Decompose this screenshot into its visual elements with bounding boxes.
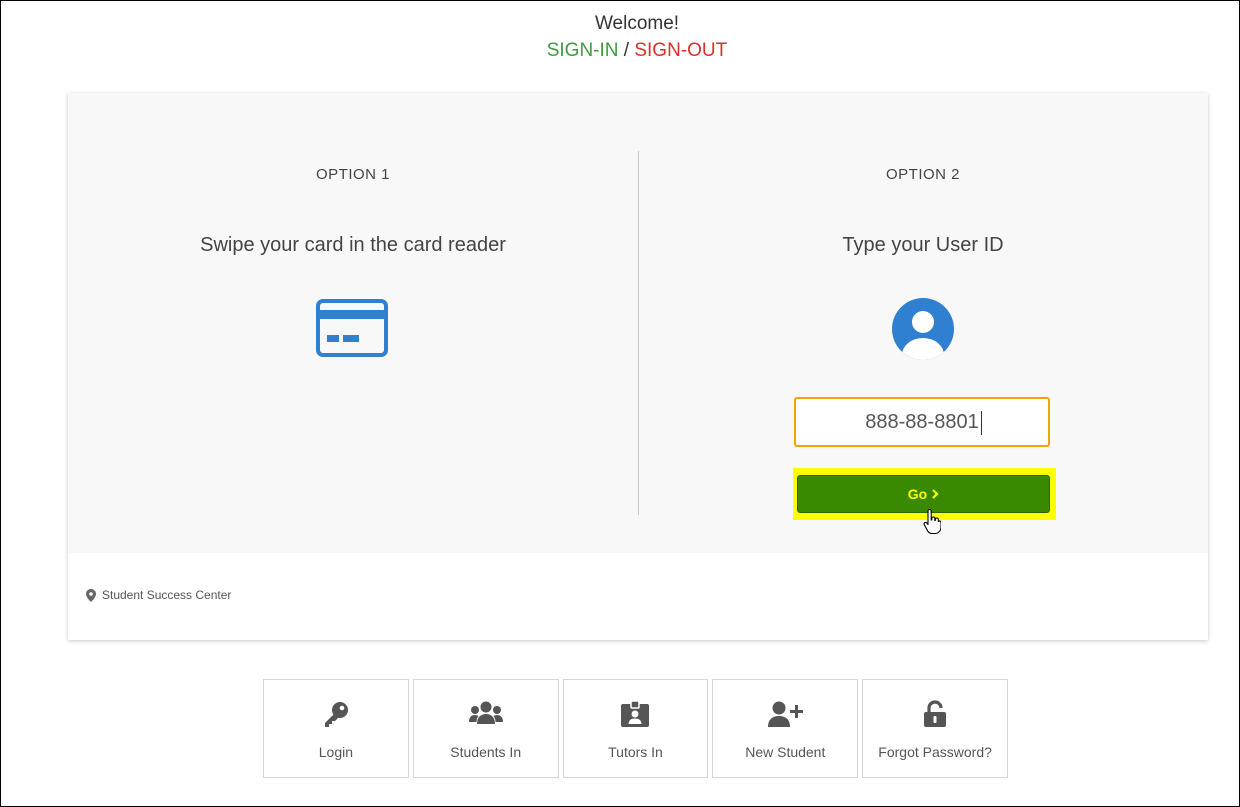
option2-label: OPTION 2: [885, 166, 960, 183]
go-button[interactable]: Go: [797, 475, 1050, 513]
sign-in-card: OPTION 1 Swipe your card in the card rea…: [68, 93, 1208, 640]
sign-separator: /: [618, 40, 635, 61]
user-id-input[interactable]: [794, 397, 1050, 447]
location-text: Student Success Center: [102, 588, 232, 602]
user-circle-icon: [892, 298, 954, 360]
forgot-password-tile[interactable]: Forgot Password?: [862, 679, 1008, 778]
tile-icon-wrap: [414, 700, 558, 730]
text-caret: [981, 411, 982, 435]
go-button-label: Go: [907, 486, 928, 502]
sign-mode-line: SIGN-IN / SIGN-OUT: [0, 39, 1240, 63]
hand-pointer-icon: [923, 509, 941, 535]
login-tile[interactable]: Login: [263, 679, 409, 778]
forgot-password-tile-label: Forgot Password?: [878, 744, 992, 760]
students-in-tile-label: Students In: [450, 744, 522, 760]
welcome-title: Welcome!: [594, 13, 680, 34]
sign-in-label: SIGN-IN: [546, 40, 619, 61]
tile-icon-wrap: [264, 700, 408, 730]
new-student-tile-label: New Student: [745, 744, 826, 760]
tile-icon-wrap: [713, 700, 857, 730]
sign-out-label: SIGN-OUT: [634, 40, 728, 61]
tile-icon-wrap: [564, 700, 708, 730]
students-in-tile[interactable]: Students In: [412, 679, 559, 778]
unlock-icon: [924, 700, 947, 727]
id-badge-icon: [621, 700, 650, 727]
users-icon: [468, 701, 503, 724]
page-header: Welcome! SIGN-IN / SIGN-OUT: [0, 12, 1240, 63]
option2-title: Type your User ID: [842, 234, 1004, 256]
map-marker-icon: [86, 588, 96, 602]
chevron-right-icon: [932, 489, 939, 499]
new-student-tile[interactable]: New Student: [712, 679, 859, 778]
user-plus-icon: [768, 701, 804, 727]
tutors-in-tile-label: Tutors In: [608, 744, 663, 760]
tutors-in-tile[interactable]: Tutors In: [562, 679, 709, 778]
quick-action-tiles: Login Students In Tutors In New Student …: [263, 679, 1008, 778]
key-icon: [324, 702, 348, 727]
option1-title: Swipe your card in the card reader: [200, 234, 506, 256]
option1-label: OPTION 1: [315, 166, 390, 183]
login-tile-label: Login: [318, 744, 354, 760]
location-line: Student Success Center: [86, 588, 231, 602]
credit-card-icon: [316, 299, 388, 357]
options-divider: [638, 151, 639, 515]
tile-icon-wrap: [863, 700, 1007, 730]
